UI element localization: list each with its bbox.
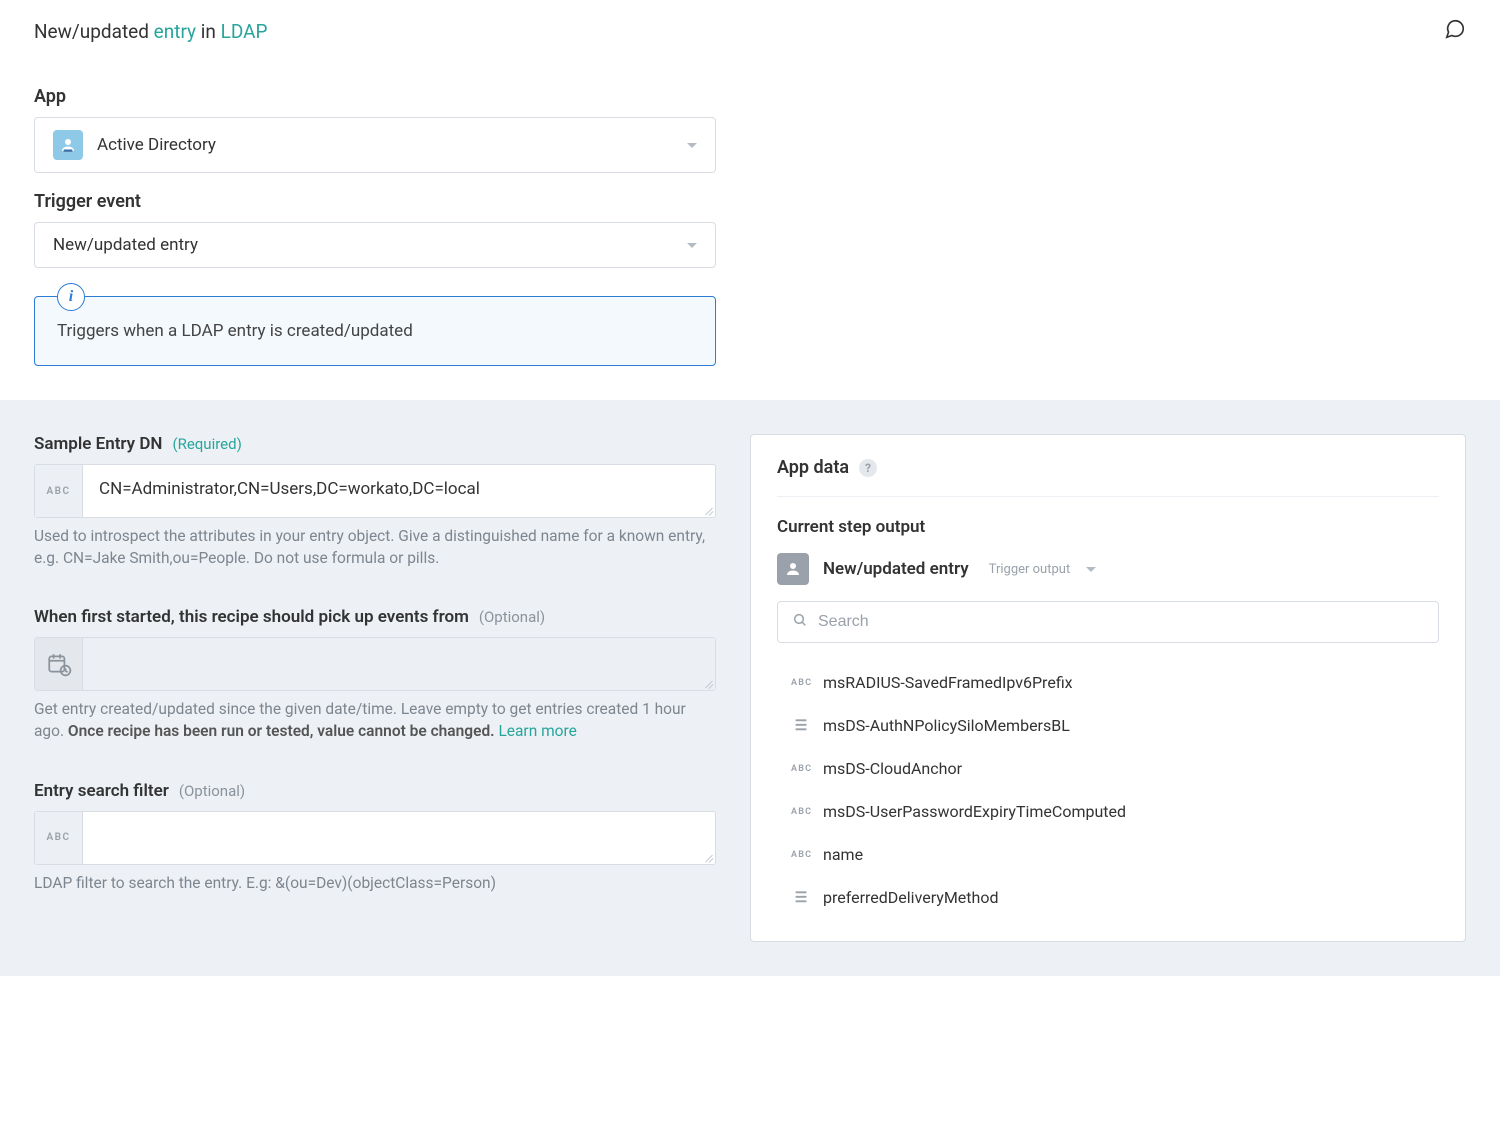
app-data-title: App data	[777, 457, 849, 478]
attribute-name: msDS-CloudAnchor	[823, 759, 962, 778]
ldap-output-icon	[777, 553, 809, 585]
calendar-icon	[35, 638, 83, 690]
sample-dn-label: Sample Entry DN	[34, 434, 162, 454]
title-ldap-link[interactable]: LDAP	[221, 20, 268, 43]
since-input-wrap	[34, 637, 716, 691]
attribute-item[interactable]: ☰ preferredDeliveryMethod	[777, 876, 1439, 919]
since-help-bold: Once recipe has been run or tested, valu…	[68, 722, 499, 740]
app-label: App	[34, 86, 716, 107]
title-prefix: New/updated	[34, 20, 154, 43]
help-icon[interactable]: ?	[859, 459, 877, 477]
since-optional-badge: (Optional)	[479, 608, 545, 626]
attribute-search-input[interactable]	[818, 613, 1424, 631]
resize-grip-icon[interactable]	[701, 850, 713, 862]
chevron-down-icon	[687, 243, 697, 248]
since-label: When first started, this recipe should p…	[34, 607, 469, 627]
output-sub: Trigger output	[989, 562, 1071, 577]
attribute-name: msDS-UserPasswordExpiryTimeComputed	[823, 802, 1126, 821]
info-callout: i Triggers when a LDAP entry is created/…	[34, 296, 716, 366]
attribute-list: ABC msRADIUS-SavedFramedIpv6Prefix ☰ msDS-A…	[777, 661, 1439, 919]
search-icon	[792, 612, 808, 632]
abc-type-icon: ABC	[791, 678, 811, 688]
attribute-item[interactable]: ☰ msDS-AuthNPolicySiloMembersBL	[777, 704, 1439, 747]
learn-more-link[interactable]: Learn more	[498, 722, 576, 740]
attribute-name: preferredDeliveryMethod	[823, 888, 998, 907]
active-directory-icon	[53, 130, 83, 160]
sample-dn-required-badge: (Required)	[172, 435, 241, 453]
attribute-item[interactable]: ABC msRADIUS-SavedFramedIpv6Prefix	[777, 661, 1439, 704]
abc-type-icon: ABC	[35, 465, 83, 517]
field-since: When first started, this recipe should p…	[34, 607, 716, 742]
output-name: New/updated entry	[823, 559, 969, 579]
trigger-label: Trigger event	[34, 191, 716, 212]
page-title: New/updated entry in LDAP	[34, 20, 268, 43]
abc-type-icon: ABC	[791, 807, 811, 817]
resize-grip-icon[interactable]	[701, 676, 713, 688]
app-selected-value: Active Directory	[97, 135, 216, 155]
app-select[interactable]: Active Directory	[34, 117, 716, 173]
abc-type-icon: ABC	[791, 764, 811, 774]
filter-optional-badge: (Optional)	[179, 782, 245, 800]
filter-label: Entry search filter	[34, 781, 169, 801]
trigger-select[interactable]: New/updated entry	[34, 222, 716, 268]
filter-input[interactable]	[83, 812, 715, 864]
list-type-icon: ☰	[791, 718, 811, 734]
since-help: Get entry created/updated since the give…	[34, 699, 716, 742]
attribute-name: msRADIUS-SavedFramedIpv6Prefix	[823, 673, 1073, 692]
resize-grip-icon[interactable]	[701, 503, 713, 515]
title-entry-link[interactable]: entry	[154, 20, 196, 43]
list-type-icon: ☰	[791, 890, 811, 906]
since-input[interactable]	[83, 638, 715, 690]
chevron-down-icon	[1086, 567, 1096, 572]
app-data-panel: App data ? Current step output New/updat…	[750, 434, 1466, 942]
sample-dn-help: Used to introspect the attributes in you…	[34, 526, 716, 569]
field-sample-dn: Sample Entry DN (Required) ABC Used to i…	[34, 434, 716, 569]
comment-icon[interactable]	[1444, 18, 1466, 44]
field-filter: Entry search filter (Optional) ABC LDAP …	[34, 781, 716, 895]
filter-input-wrap: ABC	[34, 811, 716, 865]
sample-dn-input[interactable]	[83, 465, 715, 517]
filter-help: LDAP filter to search the entry. E.g: &(…	[34, 873, 716, 895]
attribute-name: name	[823, 845, 863, 864]
info-text: Triggers when a LDAP entry is created/up…	[57, 321, 693, 341]
title-middle: in	[196, 20, 221, 43]
attribute-item[interactable]: ABC msDS-UserPasswordExpiryTimeComputed	[777, 790, 1439, 833]
attribute-item[interactable]: ABC msDS-CloudAnchor	[777, 747, 1439, 790]
chevron-down-icon	[687, 143, 697, 148]
abc-type-icon: ABC	[791, 850, 811, 860]
sample-dn-input-wrap: ABC	[34, 464, 716, 518]
attribute-search[interactable]	[777, 601, 1439, 643]
output-selector[interactable]: New/updated entry Trigger output	[777, 553, 1439, 585]
current-step-output-title: Current step output	[777, 517, 1439, 537]
abc-type-icon: ABC	[35, 812, 83, 864]
attribute-name: msDS-AuthNPolicySiloMembersBL	[823, 716, 1070, 735]
attribute-item[interactable]: ABC name	[777, 833, 1439, 876]
trigger-selected-value: New/updated entry	[53, 235, 198, 255]
info-icon: i	[57, 283, 85, 311]
